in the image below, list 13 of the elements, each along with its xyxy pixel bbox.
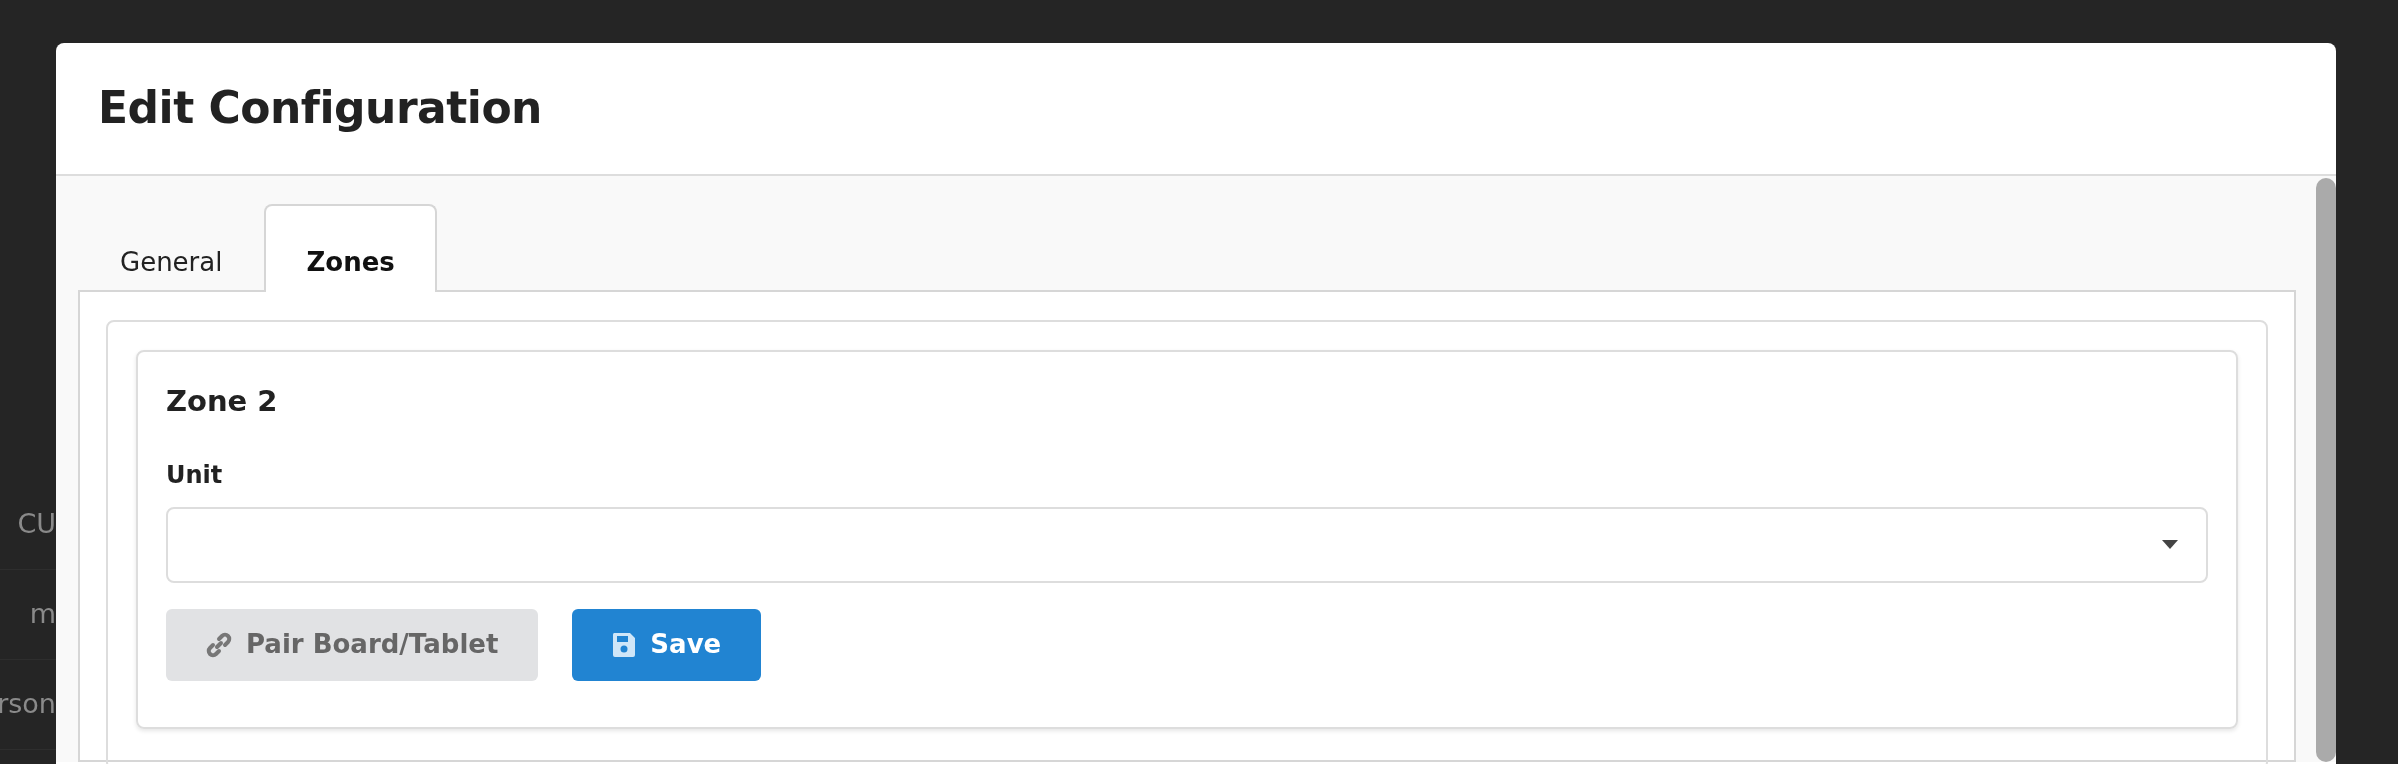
dropdown-caret-icon [2162,539,2178,550]
field-label: Unit [166,459,224,491]
scrollbar-thumb[interactable] [2316,178,2336,762]
tab[interactable]: General [78,204,265,292]
unit-select[interactable] [166,506,2208,583]
save-button[interactable]: Save [572,608,762,681]
background-text: rson [0,687,56,722]
background-text: CU [17,507,56,542]
dialog-title: Edit Configuration [98,82,542,135]
zone-title: Zone 2 [166,384,279,419]
background-text: m [29,597,56,632]
link-icon [206,631,232,658]
tab[interactable]: Zones [264,204,437,292]
